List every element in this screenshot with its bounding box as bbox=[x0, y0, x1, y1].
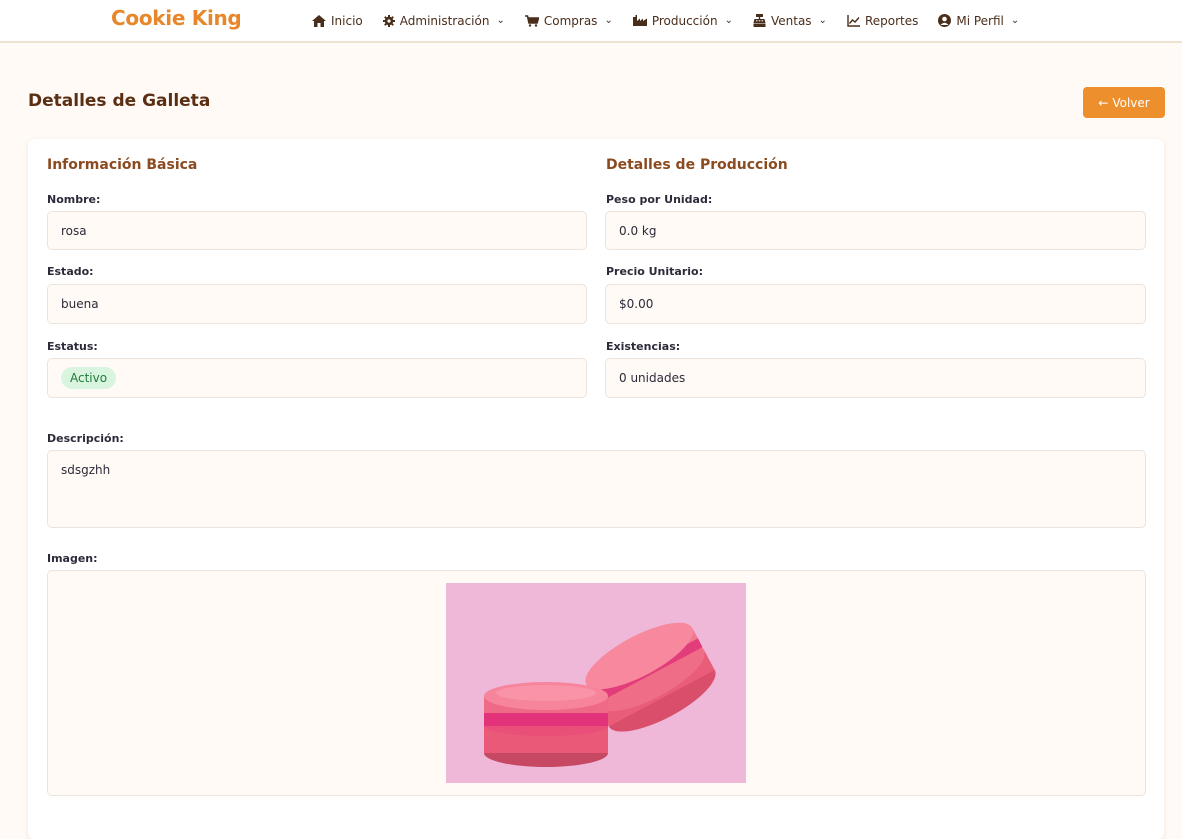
back-button-label: Volver bbox=[1112, 95, 1150, 110]
status-badge: Activo bbox=[61, 367, 117, 389]
name-label: Nombre: bbox=[47, 193, 101, 206]
weight-label: Peso por Unidad: bbox=[606, 193, 713, 206]
chevron-down-icon: ⌄ bbox=[818, 15, 827, 26]
nav-item-mi-perfil[interactable]: Mi Perfil ⌄ bbox=[938, 14, 1019, 28]
state-label: Estado: bbox=[47, 265, 94, 278]
section-title-production: Detalles de Producción bbox=[606, 157, 788, 173]
state-value: buena bbox=[61, 297, 99, 311]
section-title-basic: Información Básica bbox=[47, 157, 198, 173]
state-field: buena bbox=[47, 284, 587, 324]
nav-item-administracion[interactable]: Administración ⌄ bbox=[382, 13, 505, 28]
nav-label: Administración bbox=[399, 13, 490, 28]
weight-value: 0.0 kg bbox=[619, 223, 657, 238]
user-circle-icon bbox=[938, 14, 952, 27]
weight-field: 0.0 kg bbox=[605, 211, 1146, 250]
nav-label: Mi Perfil bbox=[956, 13, 1004, 28]
status-field: Activo bbox=[47, 358, 587, 398]
price-field: $0.00 bbox=[605, 284, 1146, 324]
description-field: sdsgzhh bbox=[47, 450, 1146, 528]
chevron-down-icon: ⌄ bbox=[724, 15, 733, 26]
cash-register-icon bbox=[753, 14, 766, 27]
nav-item-compras[interactable]: Compras ⌄ bbox=[524, 13, 613, 28]
stock-label: Existencias: bbox=[606, 340, 681, 353]
nav-label: Inicio bbox=[331, 13, 363, 28]
chart-line-icon bbox=[847, 14, 860, 27]
nav-item-produccion[interactable]: Producción ⌄ bbox=[632, 13, 733, 28]
stock-value: 0 unidades bbox=[619, 371, 686, 385]
price-label: Precio Unitario: bbox=[606, 265, 703, 278]
nav-label: Compras bbox=[543, 13, 598, 28]
price-value: $0.00 bbox=[619, 297, 654, 311]
chevron-down-icon: ⌄ bbox=[1010, 15, 1020, 26]
nav-label: Ventas bbox=[770, 13, 812, 28]
nav-label: Reportes bbox=[864, 13, 919, 28]
page-title: Detalles de Galleta bbox=[28, 91, 211, 111]
top-navbar: Cookie King Inicio Administración ⌄ Comp… bbox=[0, 0, 1182, 43]
factory-icon bbox=[632, 15, 647, 26]
nav-item-inicio[interactable]: Inicio bbox=[312, 14, 363, 28]
chevron-down-icon: ⌄ bbox=[496, 15, 505, 26]
home-icon bbox=[312, 14, 326, 27]
stock-field: 0 unidades bbox=[605, 358, 1146, 398]
description-label: Descripción: bbox=[47, 432, 124, 445]
cart-icon bbox=[524, 14, 539, 27]
chevron-down-icon: ⌄ bbox=[604, 15, 613, 26]
image-label: Imagen: bbox=[47, 552, 98, 565]
nav-item-reportes[interactable]: Reportes bbox=[847, 14, 918, 28]
back-button[interactable]: ← Volver bbox=[1083, 87, 1165, 118]
cookie-image bbox=[446, 583, 746, 783]
status-label: Estatus: bbox=[47, 340, 98, 353]
nav-label: Producción bbox=[651, 13, 718, 28]
name-field: rosa bbox=[47, 211, 587, 250]
gear-icon bbox=[382, 14, 395, 27]
description-value: sdsgzhh bbox=[61, 463, 111, 477]
name-value: rosa bbox=[61, 223, 87, 238]
nav-item-ventas[interactable]: Ventas ⌄ bbox=[753, 14, 827, 28]
brand-logo[interactable]: Cookie King bbox=[111, 6, 242, 30]
arrow-left-icon: ← bbox=[1098, 95, 1109, 110]
main-nav: Inicio Administración ⌄ Compras ⌄ Produc… bbox=[312, 0, 1039, 41]
